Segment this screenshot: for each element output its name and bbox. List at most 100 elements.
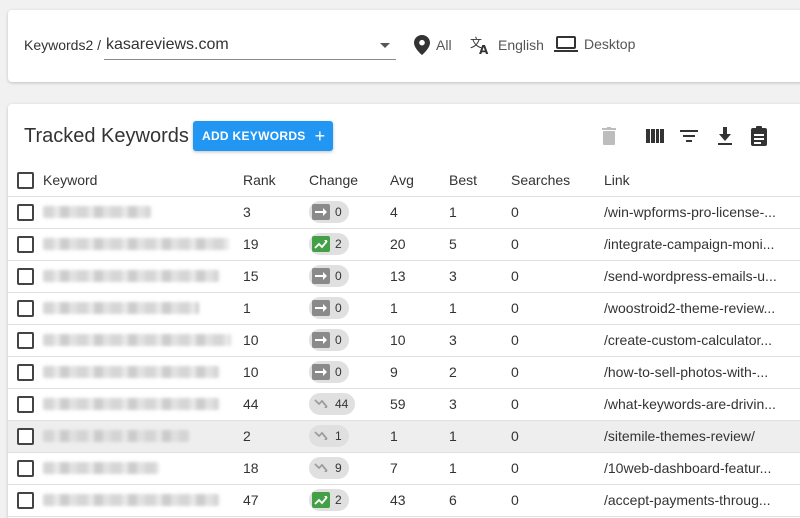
keyword-redacted — [43, 462, 159, 474]
table-row[interactable]: 2 1 1 1 0/sitemile-themes-review/ — [8, 420, 800, 453]
select-all-checkbox[interactable] — [17, 171, 34, 189]
link-value[interactable]: /win-wpforms-pro-license-... — [604, 196, 800, 229]
searches-value: 0 — [511, 196, 604, 229]
col-best[interactable]: Best — [449, 165, 511, 197]
change-value: 9 — [335, 461, 342, 475]
avg-value: 43 — [390, 484, 449, 517]
delete-button[interactable] — [598, 125, 620, 147]
table-row[interactable]: 10 0 9 2 0/how-to-sell-photos-with-... — [8, 356, 800, 389]
filter-button[interactable] — [678, 125, 700, 147]
col-keyword[interactable]: Keyword — [43, 165, 243, 197]
table-row[interactable]: 1 0 1 1 0/woostroid2-theme-review... — [8, 292, 800, 325]
avg-value: 4 — [390, 196, 449, 229]
row-checkbox[interactable] — [17, 363, 34, 381]
col-change[interactable]: Change — [309, 165, 390, 197]
clipboard-button[interactable] — [748, 125, 770, 147]
domain-select[interactable]: kasareviews.com — [104, 30, 396, 60]
chevron-down-icon — [380, 43, 390, 48]
table-header-row: Keyword Rank Change Avg Best Searches Li… — [8, 165, 800, 197]
change-value: 0 — [335, 269, 342, 283]
col-avg[interactable]: Avg — [390, 165, 449, 197]
flat-arrow-icon — [315, 304, 327, 312]
keyword-redacted — [43, 206, 151, 218]
language-filter[interactable]: 文A English — [470, 35, 544, 55]
row-checkbox[interactable] — [17, 203, 34, 221]
rank-value: 10 — [243, 324, 309, 357]
avg-value: 13 — [390, 260, 449, 293]
plus-icon: + — [314, 126, 326, 146]
device-filter[interactable]: Desktop — [554, 35, 635, 53]
keyword-redacted — [43, 334, 231, 346]
trending-down-icon — [314, 463, 328, 472]
change-icon — [312, 364, 330, 380]
link-value[interactable]: /how-to-sell-photos-with-... — [604, 356, 800, 389]
columns-button[interactable] — [644, 125, 666, 147]
change-icon — [312, 396, 330, 412]
searches-value: 0 — [511, 356, 604, 389]
col-rank[interactable]: Rank — [243, 165, 309, 197]
row-checkbox[interactable] — [17, 395, 34, 413]
link-value[interactable]: /integrate-campaign-moni... — [604, 228, 800, 261]
table-row[interactable]: 3 0 4 1 0/win-wpforms-pro-license-... — [8, 196, 800, 229]
link-value[interactable]: /accept-payments-throug... — [604, 484, 800, 517]
change-icon — [312, 236, 330, 252]
row-checkbox[interactable] — [17, 459, 34, 477]
change-value: 2 — [335, 493, 342, 507]
location-filter[interactable]: All — [414, 35, 452, 55]
rank-value: 44 — [243, 388, 309, 421]
filter-list-icon — [680, 130, 698, 142]
keyword-redacted — [43, 366, 219, 378]
row-checkbox[interactable] — [17, 427, 34, 445]
link-value[interactable]: /10web-dashboard-featur... — [604, 452, 800, 485]
change-icon — [312, 428, 330, 444]
avg-value: 20 — [390, 228, 449, 261]
add-keywords-label: ADD KEYWORDS — [202, 129, 306, 143]
rank-value: 18 — [243, 452, 309, 485]
change-value: 1 — [335, 429, 342, 443]
change-value: 0 — [335, 333, 342, 347]
add-keywords-button[interactable]: ADD KEYWORDS + — [193, 121, 333, 151]
link-value[interactable]: /sitemile-themes-review/ — [604, 420, 800, 453]
keyword-redacted — [43, 430, 189, 442]
rank-value: 1 — [243, 292, 309, 325]
link-value[interactable]: /create-custom-calculator... — [604, 324, 800, 357]
rank-value: 19 — [243, 228, 309, 261]
change-chip: 0 — [309, 201, 349, 223]
table-row[interactable]: 10 0 10 3 0/create-custom-calculator... — [8, 324, 800, 357]
table-row[interactable]: 44 44 59 3 0/what-keywords-are-drivin... — [8, 388, 800, 421]
row-checkbox[interactable] — [17, 299, 34, 317]
row-checkbox[interactable] — [17, 491, 34, 509]
link-value[interactable]: /what-keywords-are-drivin... — [604, 388, 800, 421]
keyword-redacted — [43, 494, 219, 506]
avg-value: 59 — [390, 388, 449, 421]
col-link[interactable]: Link — [604, 165, 800, 197]
best-value: 3 — [449, 260, 511, 293]
rank-value: 3 — [243, 196, 309, 229]
row-checkbox[interactable] — [17, 331, 34, 349]
flat-arrow-icon — [315, 208, 327, 216]
download-button[interactable] — [714, 125, 736, 147]
device-label: Desktop — [584, 36, 636, 52]
flat-arrow-icon — [315, 368, 327, 376]
change-icon — [312, 300, 330, 316]
table-row[interactable]: 18 9 7 1 0/10web-dashboard-featur... — [8, 452, 800, 485]
svg-text:A: A — [479, 43, 489, 55]
link-value[interactable]: /woostroid2-theme-review... — [604, 292, 800, 325]
table-row[interactable]: 19 2 20 5 0/integrate-campaign-moni... — [8, 228, 800, 261]
col-searches[interactable]: Searches — [511, 165, 604, 197]
keyword-redacted — [43, 398, 219, 410]
breadcrumb[interactable]: Keywords2 / — [24, 37, 101, 53]
change-value: 0 — [335, 365, 342, 379]
searches-value: 0 — [511, 452, 604, 485]
link-value[interactable]: /send-wordpress-emails-u... — [604, 260, 800, 293]
table-row[interactable]: 47 2 43 6 0/accept-payments-throug... — [8, 484, 800, 517]
best-value: 6 — [449, 484, 511, 517]
row-checkbox[interactable] — [17, 267, 34, 285]
table-row[interactable]: 15 0 13 3 0/send-wordpress-emails-u... — [8, 260, 800, 293]
change-chip: 9 — [309, 457, 349, 479]
searches-value: 0 — [511, 324, 604, 357]
keyword-redacted — [43, 238, 229, 250]
best-value: 3 — [449, 388, 511, 421]
row-checkbox[interactable] — [17, 235, 34, 253]
flat-arrow-icon — [315, 336, 327, 344]
